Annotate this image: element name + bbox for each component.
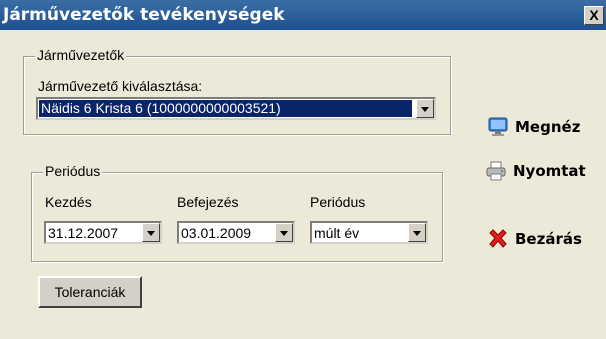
dialog-window: Járművezetők tevékenységek X Járművezető… — [0, 0, 606, 339]
period-select[interactable]: múlt év — [310, 221, 428, 244]
print-button[interactable]: Nyomtat — [485, 160, 586, 182]
period-group-legend: Periódus — [43, 163, 103, 179]
start-date-label: Kezdés — [45, 194, 92, 210]
tolerances-button-label: Toleranciák — [54, 284, 126, 300]
view-button-label: Megnéz — [515, 118, 581, 136]
close-button[interactable]: Bezárás — [487, 228, 582, 250]
driver-dropdown-arrow-icon[interactable] — [416, 99, 434, 118]
driver-select-label: Járművezető kiválasztása: — [38, 78, 203, 94]
title-bar[interactable]: Járművezetők tevékenységek X — [0, 0, 606, 30]
printer-icon — [486, 161, 506, 181]
period-groupbox: Periódus — [31, 163, 443, 262]
driver-select-value: Näidis 6 Krista 6 (1000000000003521) — [39, 100, 412, 117]
period-dropdown-arrow-icon[interactable] — [408, 223, 426, 242]
red-x-icon — [489, 229, 507, 248]
end-date-label: Befejezés — [177, 194, 239, 210]
end-date-dropdown-arrow-icon[interactable] — [275, 223, 293, 242]
tolerances-button[interactable]: Toleranciák — [38, 276, 142, 308]
drivers-group-legend: Járművezetők — [35, 47, 127, 63]
print-button-label: Nyomtat — [513, 162, 586, 180]
window-title: Járművezetők tevékenységek — [3, 5, 285, 25]
close-window-button[interactable]: X — [584, 6, 604, 25]
view-button[interactable]: Megnéz — [487, 116, 580, 138]
close-icon: X — [589, 7, 599, 23]
monitor-icon — [488, 117, 508, 136]
driver-select[interactable]: Näidis 6 Krista 6 (1000000000003521) — [36, 97, 436, 120]
close-button-label: Bezárás — [515, 230, 582, 248]
drivers-groupbox: Járművezetők — [23, 47, 451, 135]
end-date-select[interactable]: 03.01.2009 — [177, 221, 295, 244]
start-date-select[interactable]: 31.12.2007 — [44, 221, 162, 244]
period-select-label: Periódus — [310, 194, 366, 210]
end-date-value: 03.01.2009 — [181, 225, 252, 241]
period-select-value: múlt év — [314, 225, 360, 241]
start-date-value: 31.12.2007 — [48, 225, 119, 241]
start-date-dropdown-arrow-icon[interactable] — [142, 223, 160, 242]
